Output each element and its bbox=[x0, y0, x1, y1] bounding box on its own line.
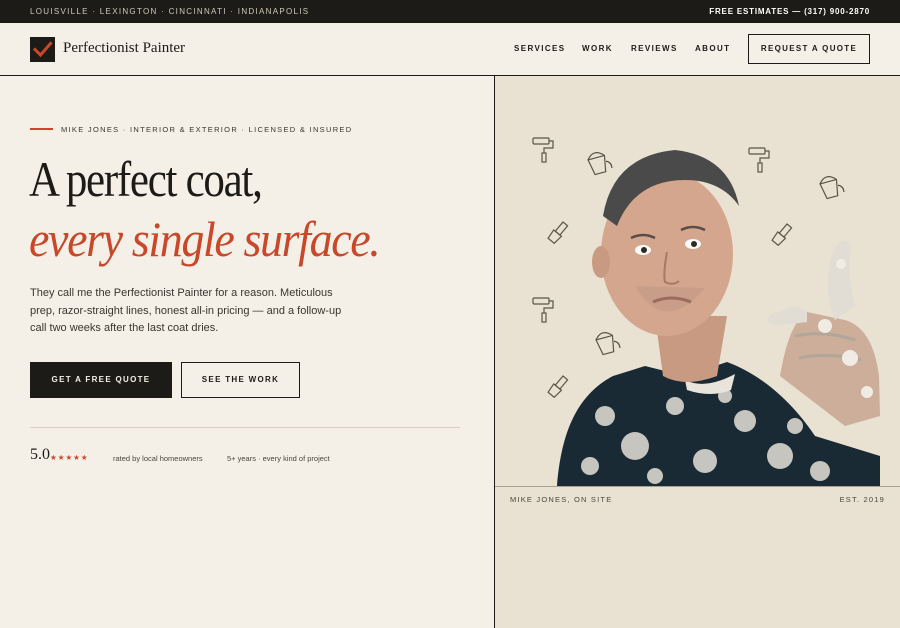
hero-photo-panel: MIKE JONES, ON SITE EST. 2019 bbox=[495, 76, 900, 628]
phone-link[interactable]: FREE ESTIMATES — (317) 900-2870 bbox=[709, 7, 870, 16]
paint-roller-icon bbox=[532, 297, 554, 323]
eyebrow-rule bbox=[30, 128, 53, 130]
paintbrush-icon bbox=[771, 223, 793, 247]
brand-name[interactable]: Perfectionist Painter bbox=[63, 40, 185, 57]
established-caption: EST. 2019 bbox=[839, 495, 885, 504]
headline-line-2: every single surface. bbox=[29, 211, 381, 267]
caption-divider bbox=[495, 486, 900, 487]
service-areas: LOUISVILLE · LEXINGTON · CINCINNATI · IN… bbox=[30, 7, 310, 16]
paint-bucket-icon bbox=[819, 176, 845, 200]
painter-figure bbox=[557, 150, 880, 486]
main-nav: Perfectionist Painter SERVICES WORK REVI… bbox=[0, 23, 900, 76]
star-rating-icon: ★★★★★ bbox=[50, 453, 89, 462]
nav-work[interactable]: WORK bbox=[582, 44, 613, 53]
hero-divider bbox=[30, 427, 460, 428]
paint-roller-icon bbox=[748, 147, 770, 173]
painter-portrait bbox=[532, 137, 880, 486]
rating-caption: rated by local homeowners bbox=[113, 454, 203, 463]
nav-services[interactable]: SERVICES bbox=[514, 44, 566, 53]
nav-reviews[interactable]: REVIEWS bbox=[631, 44, 678, 53]
paint-bucket-icon bbox=[587, 152, 613, 176]
hero-lede: They call me the Perfectionist Painter f… bbox=[30, 287, 342, 334]
see-work-button[interactable]: SEE THE WORK bbox=[181, 362, 300, 398]
rating-score: 5.0 bbox=[30, 446, 50, 463]
paint-bucket-icon bbox=[595, 332, 621, 356]
checkmark-icon[interactable] bbox=[30, 37, 55, 62]
photo-caption: MIKE JONES, ON SITE bbox=[510, 495, 613, 504]
experience-caption: 5+ years · every kind of project bbox=[227, 454, 330, 463]
paint-roller-icon bbox=[532, 137, 554, 163]
headline-line-1: A perfect coat, bbox=[29, 151, 263, 207]
nav-about[interactable]: ABOUT bbox=[695, 44, 730, 53]
free-quote-button[interactable]: GET A FREE QUOTE bbox=[30, 362, 172, 398]
paintbrush-icon bbox=[547, 221, 569, 245]
paintbrush-icon bbox=[547, 375, 569, 399]
request-quote-button[interactable]: REQUEST A QUOTE bbox=[748, 34, 870, 64]
top-bar: LOUISVILLE · LEXINGTON · CINCINNATI · IN… bbox=[0, 0, 900, 23]
hero-eyebrow: MIKE JONES · INTERIOR & EXTERIOR · LICEN… bbox=[61, 125, 353, 134]
